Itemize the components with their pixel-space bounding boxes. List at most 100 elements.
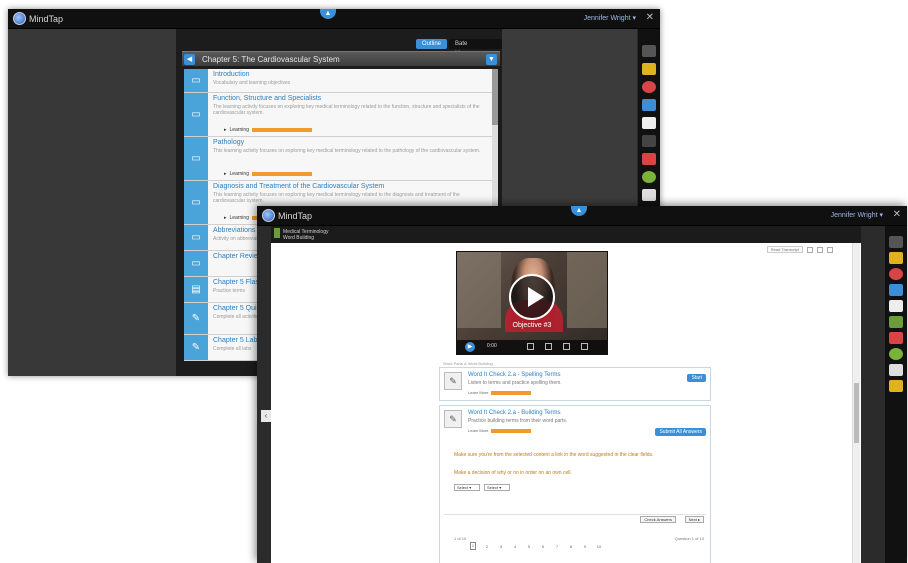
learning-objective[interactable]: ▸ Learning (224, 171, 312, 177)
app-logo[interactable]: MindTap (13, 12, 63, 25)
item-title[interactable]: Diagnosis and Treatment of the Cardiovas… (213, 183, 384, 190)
page-number[interactable]: 5 (526, 544, 532, 549)
flashcards-icon[interactable] (642, 153, 656, 165)
list-item[interactable]: ▭ Pathology This learning activity focus… (184, 137, 492, 181)
check-answers-button[interactable]: Check Answers (640, 516, 676, 523)
page-number[interactable]: 4 (512, 544, 518, 549)
scroll-thumb[interactable] (854, 383, 859, 443)
progress-icon[interactable] (889, 348, 903, 360)
notes-icon[interactable] (889, 300, 903, 312)
item-title[interactable]: Chapter Review (213, 253, 263, 260)
app-logo[interactable]: MindTap (262, 209, 312, 222)
volume-icon[interactable] (563, 343, 570, 350)
page-number[interactable]: 7 (554, 544, 560, 549)
rss-icon[interactable] (889, 268, 903, 280)
title-bar: MindTap ▲ Jennifer Wright ▾ ✕ (257, 206, 907, 226)
book-icon: ▭ (184, 181, 208, 224)
activity-icon: ✎ (444, 410, 462, 428)
item-title[interactable]: Pathology (213, 139, 244, 146)
card-learning-objective[interactable]: Learn More (468, 428, 532, 433)
activity-card: ✎ Word It Check 2.a - Spelling Terms Lis… (439, 367, 711, 401)
download-icon[interactable]: ▼ (486, 54, 497, 65)
front-left-gutter (257, 226, 271, 563)
video-background (567, 252, 607, 328)
tab-outline[interactable]: Outline (416, 39, 448, 49)
share-icon[interactable] (889, 316, 903, 328)
content-toolbar: Read Transcript (766, 246, 833, 253)
share-icon[interactable] (642, 135, 656, 147)
list-item[interactable]: ▭ Function, Structure and Specialists Th… (184, 93, 492, 137)
content-scrollbar[interactable] (852, 243, 860, 563)
progress-bar (251, 128, 312, 132)
progress-icon[interactable] (642, 171, 656, 183)
prev-activity-arrow-icon[interactable]: ‹ (261, 410, 271, 422)
collapse-tab-icon[interactable]: ▲ (320, 9, 336, 19)
learning-objective[interactable]: ▸ Learning (224, 127, 312, 133)
ebook-icon[interactable] (889, 284, 903, 296)
question-text: Make a decision of why or no in order on… (454, 470, 572, 476)
highlighter-icon[interactable] (889, 380, 903, 392)
breadcrumb: Medical Terminology Word Building (283, 229, 328, 241)
activity-card-expanded: ✎ Word It Check 2.a - Building Terms Pra… (439, 405, 711, 563)
search-icon[interactable] (642, 45, 656, 57)
user-menu[interactable]: Jennifer Wright ▾ (584, 14, 636, 22)
item-title[interactable]: Chapter 5 Quiz (213, 305, 260, 312)
card-desc: Practice building terms from their word … (468, 418, 568, 424)
list-item[interactable]: ▭ Introduction Vocabulary and learning o… (184, 69, 492, 93)
submit-all-button[interactable]: Submit All Answers (655, 428, 706, 436)
captions-icon[interactable] (527, 343, 534, 350)
next-button[interactable]: Next ▸ (684, 516, 704, 523)
item-desc: The learning activity focuses on explori… (213, 104, 480, 116)
card-lo-label: Learn More (468, 428, 489, 433)
activity-header: Medical Terminology Word Building (271, 226, 861, 243)
close-icon[interactable]: ✕ (893, 209, 901, 220)
page-number[interactable]: 2 (484, 544, 490, 549)
item-title[interactable]: Chapter 5 Lab (213, 337, 257, 344)
page-number[interactable]: 6 (540, 544, 546, 549)
play-pause-icon[interactable]: ▶ (465, 342, 475, 352)
card-title[interactable]: Word It Check 2.a - Spelling Terms (468, 372, 560, 378)
tab-messages[interactable]: Bate Messages (449, 39, 502, 57)
answer-select[interactable]: Select ▾ (484, 484, 510, 491)
rss-icon[interactable] (642, 81, 656, 93)
transcript-button[interactable]: Read Transcript (766, 246, 803, 253)
card-learning-objective[interactable]: Learn More (468, 390, 532, 395)
start-button[interactable]: Start (687, 374, 706, 382)
item-title[interactable]: Function, Structure and Specialists (213, 95, 321, 102)
title-bar: MindTap ▲ Jennifer Wright ▾ ✕ (8, 9, 660, 29)
page-number[interactable]: 3 (498, 544, 504, 549)
back-arrow-icon[interactable]: ◀ (184, 54, 195, 65)
messages-icon[interactable] (889, 364, 903, 376)
left-pane (8, 29, 176, 376)
page-number[interactable]: 1 (470, 542, 476, 550)
collapse-tab-icon[interactable]: ▲ (571, 206, 587, 216)
quiz-icon: ✎ (184, 303, 208, 334)
answer-select[interactable]: Select ▾ (454, 484, 480, 491)
scroll-thumb[interactable] (492, 69, 498, 125)
video-caption: Objective #3 (512, 322, 552, 329)
page-number[interactable]: 9 (582, 544, 588, 549)
flashcards-icon[interactable] (889, 332, 903, 344)
print-icon[interactable] (807, 246, 813, 253)
video-player[interactable]: Objective #3 ▶ 0:00 (456, 251, 608, 355)
card-title[interactable]: Word It Check 2.a - Building Terms (468, 410, 560, 416)
notebook-icon[interactable] (889, 252, 903, 264)
notebook-icon[interactable] (642, 63, 656, 75)
ebook-icon[interactable] (642, 99, 656, 111)
fullscreen-icon[interactable] (817, 246, 823, 253)
page-number[interactable]: 8 (568, 544, 574, 549)
fullscreen-icon[interactable] (581, 343, 588, 350)
settings-icon[interactable] (545, 343, 552, 350)
app-name: MindTap (278, 210, 313, 221)
item-title[interactable]: Abbreviations (213, 227, 255, 234)
search-icon[interactable] (889, 236, 903, 248)
video-controls: ▶ 0:00 (457, 340, 607, 354)
page-number[interactable]: 10 (596, 544, 602, 549)
popout-icon[interactable] (827, 246, 833, 253)
messages-icon[interactable] (642, 189, 656, 201)
item-title[interactable]: Introduction (213, 71, 250, 78)
user-menu[interactable]: Jennifer Wright ▾ (831, 211, 883, 219)
close-icon[interactable]: ✕ (646, 12, 654, 23)
play-icon[interactable] (509, 274, 555, 320)
notes-icon[interactable] (642, 117, 656, 129)
